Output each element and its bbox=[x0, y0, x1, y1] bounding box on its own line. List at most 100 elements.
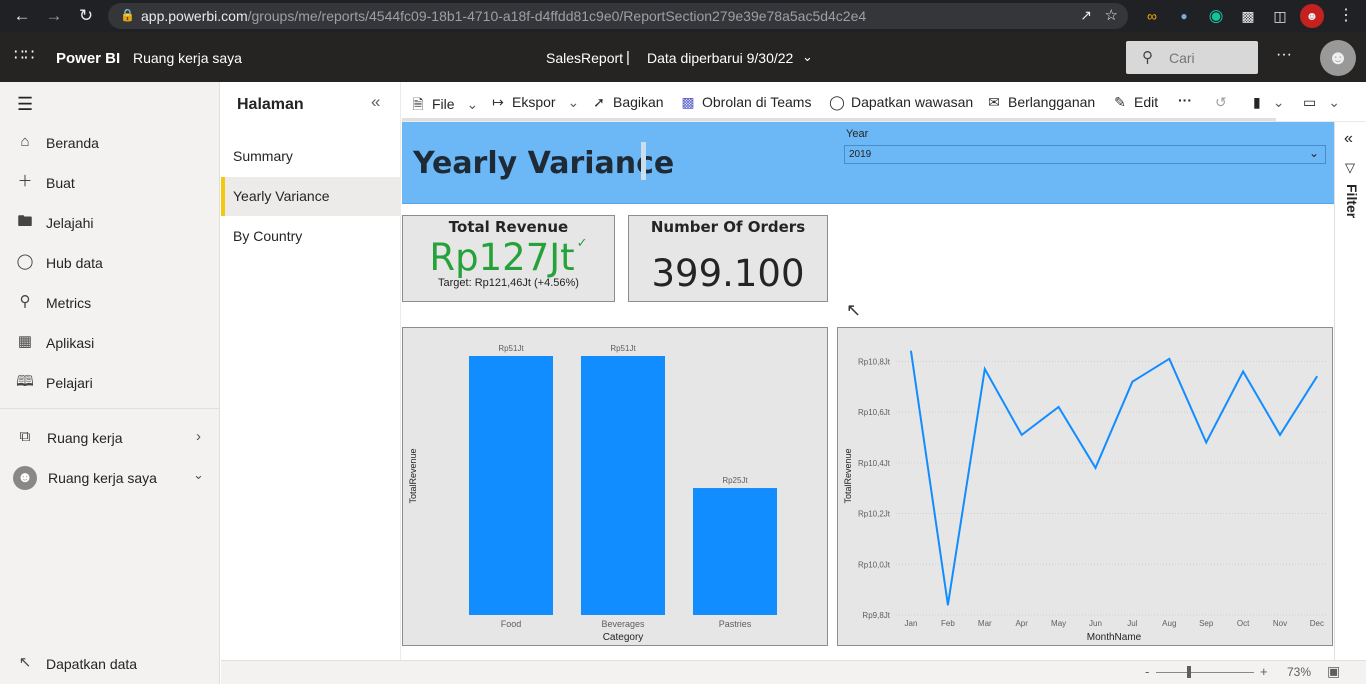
kpi-number-of-orders[interactable]: Number Of Orders 399.100 bbox=[628, 215, 828, 302]
pages-panel: Halaman « Summary Yearly Variance By Cou… bbox=[221, 82, 401, 660]
sidebar-toggle-icon[interactable]: ◫ bbox=[1268, 4, 1292, 28]
grammarly-icon[interactable]: ◉ bbox=[1204, 4, 1228, 28]
get-insights-button[interactable]: ◯ Dapatkan wawasan bbox=[829, 94, 973, 111]
nav-item-ruang-kerja-saya[interactable]: ☻ Ruang kerja saya ⌄ bbox=[0, 458, 220, 498]
nav-item-metrics[interactable]: ⚲ Metrics bbox=[0, 283, 220, 323]
bookmark-star-icon[interactable]: ☆ bbox=[1105, 6, 1118, 24]
home-icon: ⌂ bbox=[20, 133, 30, 150]
collapse-pages-icon[interactable]: « bbox=[371, 92, 380, 112]
export-label: Ekspor bbox=[512, 94, 556, 110]
nav-label: Buat bbox=[46, 175, 75, 191]
zoom-out-button[interactable]: - bbox=[1145, 664, 1149, 679]
line-point-aug bbox=[1168, 358, 1171, 360]
nav-item-ruang-kerja[interactable]: ⧉ Ruang kerja › bbox=[0, 418, 220, 458]
y-tick-label: Rp10,0Jt bbox=[858, 560, 891, 569]
page-tab-by-country[interactable]: By Country bbox=[221, 217, 401, 256]
line-point-sep bbox=[1205, 441, 1207, 444]
y-tick-label: Rp10,4Jt bbox=[858, 459, 891, 468]
subscribe-button[interactable]: ✉ Berlangganan bbox=[986, 94, 1095, 111]
nav-item-buat[interactable]: ＋ Buat bbox=[0, 163, 220, 203]
title-cursor-bar bbox=[641, 142, 646, 180]
book-icon: 🕮 bbox=[16, 373, 34, 390]
chevron-down-icon: ⌄ bbox=[466, 96, 479, 112]
app-launcher-icon[interactable]: ∷∷ bbox=[14, 48, 34, 64]
zoom-slider-handle[interactable] bbox=[1187, 666, 1191, 678]
x-tick-label: Beverages bbox=[601, 619, 645, 629]
data-updated-label[interactable]: Data diperbarui 9/30/22 bbox=[647, 50, 793, 66]
line-point-mar bbox=[984, 368, 986, 370]
share-label: Bagikan bbox=[613, 94, 664, 110]
zoom-slider-track[interactable] bbox=[1156, 672, 1254, 673]
x-tick-label: Jun bbox=[1089, 619, 1102, 628]
teams-chat-button[interactable]: ▩ Obrolan di Teams bbox=[680, 94, 811, 111]
hamburger-menu-icon[interactable]: ☰ bbox=[17, 94, 33, 115]
bar-chart-card[interactable]: Rp51Jt Food Rp51Jt Beverages Rp25Jt Pastries C… bbox=[402, 327, 828, 646]
more-options-button[interactable]: ··· bbox=[1178, 92, 1192, 108]
browser-menu-icon[interactable]: ⋮ bbox=[1334, 4, 1358, 28]
year-slicer-dropdown[interactable]: 2019 ⌄ bbox=[844, 145, 1326, 164]
file-label: File bbox=[432, 96, 455, 112]
bar-data-label: Rp25Jt bbox=[722, 476, 748, 485]
filter-pane-label: Filter bbox=[1344, 184, 1360, 219]
user-avatar-icon[interactable]: ☻ bbox=[1320, 40, 1356, 76]
address-bar[interactable]: 🔒 app.powerbi.com/groups/me/reports/4544… bbox=[108, 3, 1128, 29]
workspace-breadcrumb[interactable]: Ruang kerja saya bbox=[133, 50, 242, 66]
chevron-down-icon: ⌄ bbox=[1308, 146, 1319, 160]
zoom-in-button[interactable]: + bbox=[1260, 664, 1268, 679]
teams-label: Obrolan di Teams bbox=[702, 94, 812, 110]
brand-name[interactable]: Power BI bbox=[56, 50, 120, 67]
workspaces-icon: ⧉ bbox=[19, 428, 31, 445]
share-page-icon[interactable]: ↗ bbox=[1080, 7, 1092, 24]
line-point-jun bbox=[1094, 467, 1097, 469]
export-menu[interactable]: ↦ Ekspor ⌄ bbox=[490, 94, 579, 111]
fit-to-page-icon[interactable]: ▣ bbox=[1327, 663, 1340, 680]
filter-pane-collapsed[interactable]: « ▽ Filter bbox=[1334, 122, 1366, 660]
share-button[interactable]: ➚ Bagikan bbox=[591, 94, 664, 111]
kpi-total-revenue[interactable]: Total Revenue Rp127Jt ✓ Target: Rp121,46J… bbox=[402, 215, 615, 302]
expand-pane-icon[interactable]: « bbox=[1344, 130, 1353, 148]
view-icon[interactable]: ▭ ⌄ bbox=[1303, 94, 1340, 111]
year-slicer-value: 2019 bbox=[849, 149, 872, 160]
page-tab-yearly-variance[interactable]: Yearly Variance bbox=[221, 177, 401, 216]
nav-item-hub-data[interactable]: ◯ Hub data bbox=[0, 243, 220, 283]
line-series-revenue bbox=[910, 351, 1318, 606]
edit-button[interactable]: ✎ Edit bbox=[1112, 94, 1158, 111]
page-tab-summary[interactable]: Summary bbox=[221, 137, 401, 176]
y-axis-title: TotalRevenue bbox=[408, 448, 418, 503]
bookmark-icon[interactable]: ▮ ⌄ bbox=[1253, 94, 1284, 111]
nav-item-aplikasi[interactable]: ▦ Aplikasi bbox=[0, 323, 220, 363]
profile-avatar-icon[interactable]: ☻ bbox=[1300, 4, 1324, 28]
bar-food bbox=[469, 356, 553, 615]
search-box[interactable]: ⚲ Cari bbox=[1126, 41, 1258, 74]
nav-item-beranda[interactable]: ⌂ Beranda bbox=[0, 123, 220, 163]
undo-icon[interactable]: ↺ bbox=[1215, 94, 1227, 111]
more-options-icon[interactable]: ··· bbox=[1276, 46, 1292, 64]
chevron-down-icon: ⌄ bbox=[1272, 94, 1285, 110]
kpi-revenue-value-wrap: Rp127Jt ✓ bbox=[403, 236, 614, 279]
x-tick-label: Jul bbox=[1127, 619, 1137, 628]
y-axis-title: TotalRevenue bbox=[843, 448, 853, 503]
chevron-down-icon[interactable]: ⌄ bbox=[802, 49, 813, 65]
nav-item-jelajahi[interactable]: 🖿 Jelajahi bbox=[0, 203, 220, 243]
workspace-avatar-icon: ☻ bbox=[13, 466, 37, 490]
reload-icon[interactable]: ↻ bbox=[74, 4, 98, 28]
nav-item-pelajari[interactable]: 🕮 Pelajari bbox=[0, 363, 220, 403]
arrow-up-left-icon: ↖ bbox=[18, 654, 32, 671]
extension-shield-icon[interactable]: ● bbox=[1172, 4, 1196, 28]
forward-icon[interactable]: → bbox=[42, 4, 66, 28]
pages-header: Halaman bbox=[237, 96, 304, 113]
plus-icon: ＋ bbox=[17, 173, 33, 190]
report-name[interactable]: SalesReport bbox=[546, 50, 623, 66]
apps-icon: ▦ bbox=[17, 333, 33, 350]
nav-item-get-data[interactable]: ↖ Dapatkan data bbox=[0, 644, 220, 684]
toolbar-scrollbar[interactable] bbox=[402, 118, 1276, 121]
zoom-level: 73% bbox=[1287, 665, 1312, 679]
extension-infinity-icon[interactable]: ∞ bbox=[1140, 4, 1164, 28]
x-tick-label: May bbox=[1051, 619, 1066, 628]
line-chart-card[interactable]: Rp9,8Jt Rp10,0Jt Rp10,2Jt Rp10,4Jt Rp10,6Jt R… bbox=[837, 327, 1333, 646]
app-header: ∷∷ Power BI Ruang kerja saya SalesReport… bbox=[0, 32, 1366, 82]
extensions-puzzle-icon[interactable]: ▩ bbox=[1236, 4, 1260, 28]
back-icon[interactable]: ← bbox=[10, 4, 34, 28]
file-menu[interactable]: 🗎 File ⌄ bbox=[410, 94, 478, 118]
export-arrow-icon: ↦ bbox=[492, 94, 504, 110]
